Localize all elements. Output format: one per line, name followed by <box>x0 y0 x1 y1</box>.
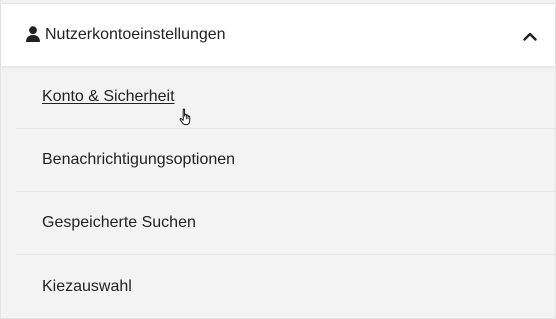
menu-item-label: Benachrichtigungsoptionen <box>42 151 236 168</box>
menu-item-saved-searches[interactable]: Gespeicherte Suchen <box>16 192 556 255</box>
menu-item-account-security[interactable]: Konto & Sicherheit <box>16 66 556 129</box>
account-settings-panel: Nutzerkontoeinstellungen Konto & Sicherh… <box>0 0 556 319</box>
hand-pointer-cursor-icon <box>179 108 193 126</box>
account-settings-header[interactable]: Nutzerkontoeinstellungen <box>1 4 555 66</box>
account-settings-menu: Konto & Sicherheit Benachrichtigungsopti… <box>16 66 556 318</box>
menu-item-neighborhood-selection[interactable]: Kiezauswahl <box>16 255 556 318</box>
chevron-up-icon[interactable] <box>523 28 537 41</box>
account-settings-title: Nutzerkontoeinstellungen <box>45 26 226 43</box>
user-icon <box>26 26 40 42</box>
menu-item-label: Konto & Sicherheit <box>42 88 175 105</box>
menu-item-label: Gespeicherte Suchen <box>42 214 196 231</box>
menu-item-label: Kiezauswahl <box>42 277 132 295</box>
menu-item-notification-options[interactable]: Benachrichtigungsoptionen <box>16 129 556 192</box>
